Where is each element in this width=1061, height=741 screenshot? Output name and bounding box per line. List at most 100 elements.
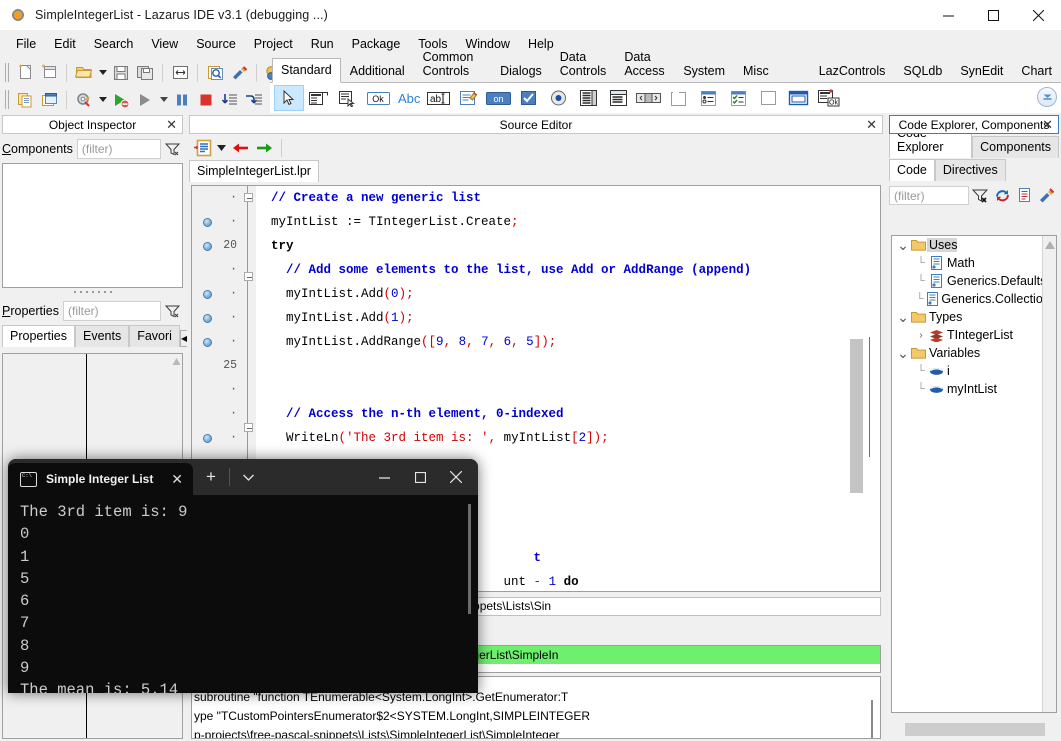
tree-node-math[interactable]: └Math [892,254,1056,272]
tlistbox-icon[interactable] [574,85,604,111]
menu-item-edit[interactable]: Edit [45,34,85,54]
menu-item-source[interactable]: Source [187,34,245,54]
step-icon[interactable] [133,88,157,111]
code-explorer-filter-input[interactable]: (filter) [889,186,969,205]
chevron-right-icon[interactable]: › [914,330,928,341]
palette-tab-sqldb[interactable]: SQLdb [894,59,951,83]
build-icon[interactable] [72,88,96,111]
tcheckgroup-icon[interactable] [724,85,754,111]
toolbar-grip[interactable] [4,63,11,82]
tree-node-variables[interactable]: ⌄Variables [892,344,1056,362]
toggle-form-unit-icon[interactable] [168,61,192,84]
terminal-output[interactable]: The 3rd item is: 9 0 1 5 6 7 8 9 The mea… [8,495,478,693]
palette-tab-data-controls[interactable]: Data Controls [551,45,616,83]
editor-scrollbar-thumb[interactable] [850,339,863,493]
view-forms-icon[interactable] [227,61,251,84]
tree-node-tintegerlist[interactable]: ›TIntegerList [892,326,1056,344]
maximize-button[interactable] [971,0,1016,31]
code-explorer-tree[interactable]: ⌄Uses└Math└Generics.Defaults└Generics.Co… [891,235,1057,713]
close-button[interactable] [1016,0,1061,31]
properties-filter-input[interactable]: (filter) [63,301,161,321]
configure-icon[interactable] [1035,184,1057,206]
tab-favorites[interactable]: Favori [129,325,180,347]
tree-node-i[interactable]: └i [892,362,1056,380]
tbutton-icon[interactable]: Ok [364,85,394,111]
close-icon[interactable]: ✕ [866,118,877,132]
gutter-cell[interactable] [192,354,214,378]
code-line[interactable]: // Create a new generic list [256,186,848,210]
new-file-icon[interactable] [13,61,37,84]
debugger-output-scrollbar[interactable] [866,678,879,737]
code-line[interactable]: // Access the n-th element, 0-indexed [256,402,848,426]
new-tab-button[interactable]: + [193,459,229,495]
tree-node-types[interactable]: ⌄Types [892,308,1056,326]
gutter-cell[interactable] [192,186,214,210]
tree-node-uses[interactable]: ⌄Uses [892,236,1056,254]
tree-node-generics-defaults[interactable]: └Generics.Defaults [892,272,1056,290]
code-line[interactable] [256,378,848,402]
fold-toggle[interactable] [240,423,256,447]
components-tree[interactable] [2,163,183,288]
terminal-scrollbar[interactable] [468,504,471,687]
new-form-icon[interactable] [37,61,61,84]
breakpoint-marker[interactable] [192,210,214,234]
tactionlist-icon[interactable]: Ok [814,85,844,111]
code-line[interactable]: myIntList.Add(0); [256,282,848,306]
tradiogroup-icon[interactable] [694,85,724,111]
step-into-icon[interactable] [242,88,266,111]
tab-properties[interactable]: Properties [2,325,75,347]
maximize-button[interactable] [402,459,438,495]
tmemo-icon[interactable] [454,85,484,111]
palette-tab-misc[interactable]: Misc [734,59,778,83]
palette-tab-standard[interactable]: Standard [272,58,341,83]
jump-to-implementation-icon[interactable] [191,136,215,159]
tpopupmenu-icon[interactable] [334,85,364,111]
tree-node-generics-collections[interactable]: └Generics.Collections [892,290,1056,308]
close-button[interactable] [438,459,474,495]
tmainmenu-icon[interactable] [304,85,334,111]
palette-tab-common-controls[interactable]: Common Controls [414,45,491,83]
code-line[interactable]: myIntList.Add(1); [256,306,848,330]
breakpoint-marker[interactable] [192,330,214,354]
menu-item-run[interactable]: Run [302,34,343,54]
palette-tab-system[interactable]: System [674,59,734,83]
gutter-cell[interactable] [192,402,214,426]
editor-vertical-scrollbar[interactable] [849,187,864,590]
palette-tab-additional[interactable]: Additional [341,59,414,83]
panel-splitter[interactable] [2,288,183,296]
chevron-down-icon[interactable]: ⌄ [896,349,910,357]
terminal-window[interactable]: Simple Integer List ✕ + The 3rd item is:… [8,459,478,693]
clear-filter-icon[interactable] [969,184,991,206]
close-icon[interactable]: ✕ [166,118,177,132]
code-explorer-hscroll-thumb[interactable] [905,723,1045,736]
tab-components[interactable]: Components [972,136,1059,158]
tscrollbar-icon[interactable] [634,85,664,111]
code-line[interactable]: WriteLn('The 3rd item is: ', myIntList[2… [256,426,848,450]
menu-item-package[interactable]: Package [343,34,410,54]
code-line[interactable]: myIntList := TIntegerList.Create; [256,210,848,234]
breakpoint-marker[interactable] [192,234,214,258]
terminal-scrollbar-thumb[interactable] [468,504,471,614]
terminal-tab[interactable]: Simple Integer List ✕ [8,463,193,495]
code-line[interactable] [256,354,848,378]
palette-tab-synedit[interactable]: SynEdit [951,59,1012,83]
tab-events[interactable]: Events [75,325,129,347]
tcombobox-icon[interactable] [604,85,634,111]
minimize-button[interactable] [926,0,971,31]
forward-arrow-icon[interactable] [252,136,276,159]
menu-item-view[interactable]: View [142,34,187,54]
open-file-icon[interactable] [72,61,96,84]
palette-tab-data-access[interactable]: Data Access [615,45,674,83]
view-units-icon[interactable] [203,61,227,84]
tree-node-myintlist[interactable]: └myIntList [892,380,1056,398]
code-explorer-tree-scrollbar[interactable] [1042,236,1056,712]
copy-icon[interactable] [13,88,37,111]
open-dropdown-arrow[interactable] [96,61,109,84]
step-over-icon[interactable] [218,88,242,111]
palette-tab-lazcontrols[interactable]: LazControls [810,59,895,83]
step-dropdown-arrow[interactable] [157,88,170,111]
pointer-select-icon[interactable] [274,85,304,111]
tradiobutton-icon[interactable] [544,85,574,111]
save-all-icon[interactable] [133,61,157,84]
code-line[interactable]: // Add some elements to the list, use Ad… [256,258,848,282]
